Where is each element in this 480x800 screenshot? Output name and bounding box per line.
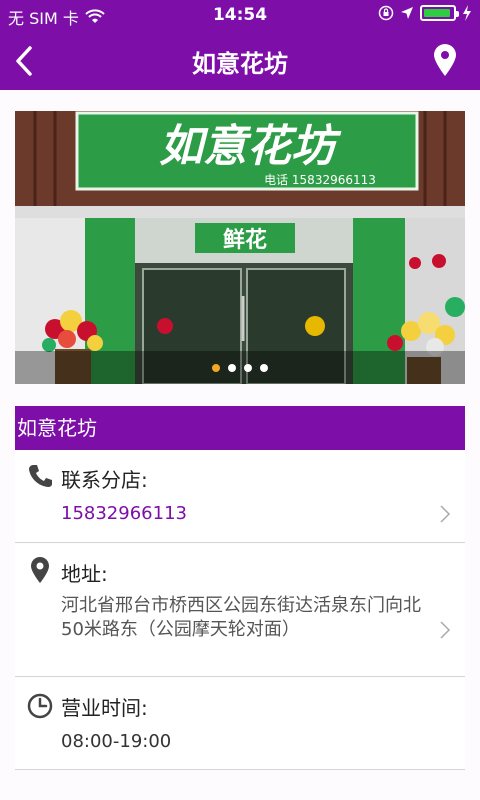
battery-icon: [420, 5, 459, 21]
door-sign-text: 鲜花: [223, 227, 267, 253]
phone-number[interactable]: 15832966113: [61, 502, 425, 526]
page-title: 如意花坊: [192, 50, 288, 78]
contact-label: 联系分店:: [61, 468, 148, 492]
battery-fill: [424, 9, 451, 17]
status-right: [378, 5, 472, 21]
content-area: 如意花坊 电话 15832966113 鲜花 如意花坊 联系分店: 158329…: [0, 90, 480, 800]
address-label: 地址:: [61, 562, 108, 586]
map-location-button[interactable]: [430, 42, 460, 78]
charging-icon: [463, 5, 471, 21]
clock-icon: [27, 693, 53, 719]
contact-row[interactable]: 联系分店: 15832966113: [15, 450, 465, 543]
shop-name-header: 如意花坊: [15, 406, 465, 450]
carousel-indicator: [15, 364, 465, 372]
carousel-dot[interactable]: [212, 364, 220, 372]
rotation-lock-icon: [378, 5, 394, 21]
sign-phone: 电话 15832966113: [264, 173, 376, 187]
business-hours-row: 营业时间: 08:00-19:00: [15, 678, 465, 770]
status-bar: 无 SIM 卡 14:54: [0, 0, 480, 30]
chevron-right-icon: [440, 621, 451, 639]
phone-icon: [29, 465, 52, 487]
address-text: 河北省邢台市桥西区公园东街达活泉东门向北50米路东（公园摩天轮对面）: [61, 595, 421, 640]
chevron-right-icon: [440, 505, 451, 523]
location-arrow-icon: [401, 7, 413, 19]
address-row[interactable]: 地址: 河北省邢台市桥西区公园东街达活泉东门向北50米路东（公园摩天轮对面）: [15, 544, 465, 677]
carousel-dot[interactable]: [244, 364, 252, 372]
carousel-dot[interactable]: [228, 364, 236, 372]
store-photo-carousel[interactable]: 如意花坊 电话 15832966113 鲜花: [15, 111, 465, 384]
location-pin-icon: [31, 557, 49, 583]
hours-text: 08:00-19:00: [61, 731, 172, 752]
carousel-dot[interactable]: [260, 364, 268, 372]
map-pin-icon: [434, 44, 456, 76]
nav-bar: 如意花坊: [0, 30, 480, 90]
hours-label: 营业时间:: [61, 696, 148, 720]
store-front-image: 如意花坊 电话 15832966113 鲜花: [15, 111, 465, 384]
sign-text: 如意花坊: [159, 121, 342, 172]
